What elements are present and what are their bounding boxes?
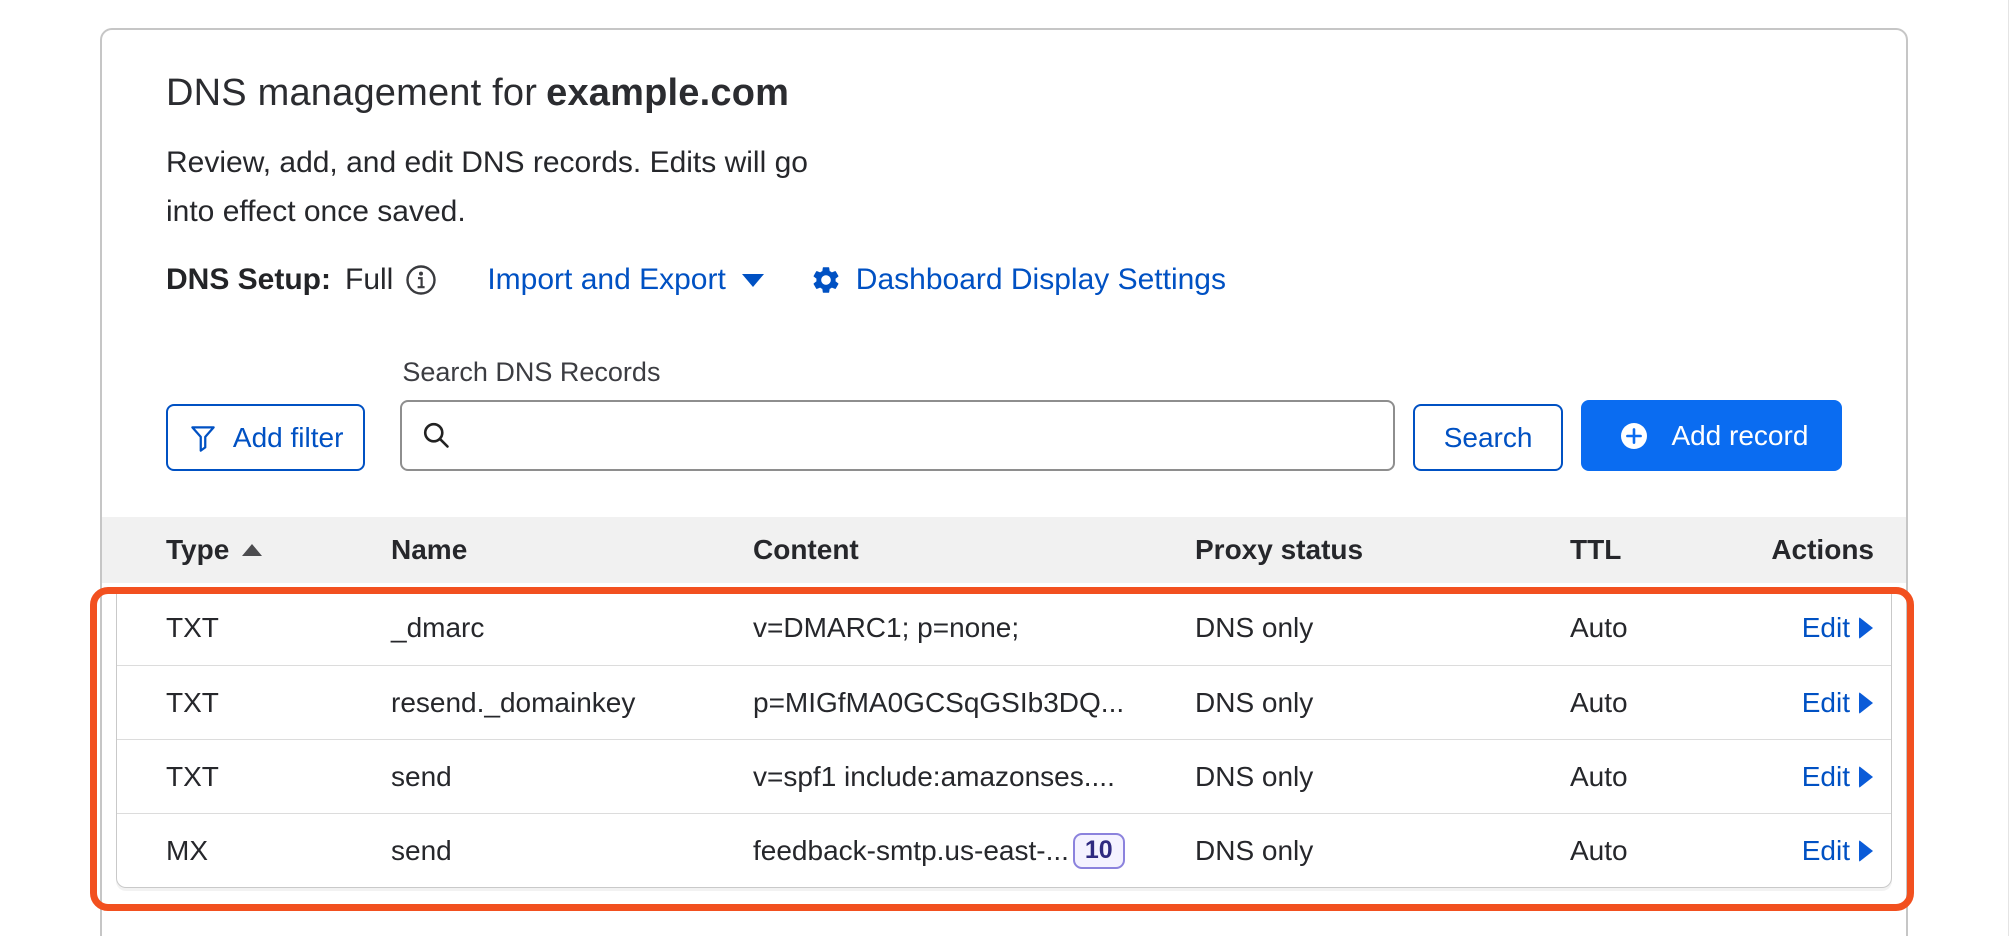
dns-records-table: Type Name Content Proxy status TTL Actio… (102, 517, 1906, 888)
priority-badge: 10 (1073, 833, 1125, 869)
add-filter-label: Add filter (233, 422, 344, 454)
search-label: Search DNS Records (402, 357, 1395, 388)
edit-record-link[interactable]: Edit (1802, 687, 1873, 719)
table-row: TXT _dmarc v=DMARC1; p=none; DNS only Au… (117, 591, 1891, 665)
cell-ttl: Auto (1570, 835, 1762, 867)
dashboard-display-settings-label: Dashboard Display Settings (856, 263, 1226, 297)
cell-name: send (391, 835, 753, 867)
column-header-proxy-status[interactable]: Proxy status (1195, 534, 1570, 566)
edit-record-link[interactable]: Edit (1802, 612, 1873, 644)
cell-ttl: Auto (1570, 687, 1762, 719)
add-record-label: Add record (1671, 420, 1808, 452)
cell-proxy-status: DNS only (1195, 612, 1570, 644)
add-filter-button[interactable]: Add filter (166, 404, 365, 471)
page-title-prefix: DNS management for (166, 72, 537, 114)
cell-proxy-status: DNS only (1195, 687, 1570, 719)
caret-right-icon (1859, 692, 1873, 714)
caret-right-icon (1859, 766, 1873, 788)
column-header-ttl[interactable]: TTL (1570, 534, 1762, 566)
import-export-link[interactable]: Import and Export (487, 263, 763, 297)
cell-name: resend._domainkey (391, 687, 753, 719)
search-input[interactable] (400, 400, 1395, 471)
cell-type: TXT (166, 687, 391, 719)
gear-icon (810, 264, 842, 296)
viewport-right-divider (2008, 0, 2009, 936)
page-subtitle: Review, add, and edit DNS records. Edits… (166, 138, 856, 236)
caret-right-icon (1859, 617, 1873, 639)
dashboard-display-settings-link[interactable]: Dashboard Display Settings (810, 263, 1226, 297)
cell-content: p=MIGfMA0GCSqGSIb3DQ... (753, 687, 1195, 719)
cell-content: v=spf1 include:amazonses.... (753, 761, 1195, 793)
table-row: TXT send v=spf1 include:amazonses.... DN… (117, 739, 1891, 813)
table-row: MX send feedback-smtp.us-east-... 10 DNS… (117, 813, 1891, 887)
column-header-actions: Actions (1762, 534, 1874, 566)
filter-icon (188, 423, 218, 453)
dns-setup-value: Full (345, 263, 393, 297)
cell-name: _dmarc (391, 612, 753, 644)
table-row: TXT resend._domainkey p=MIGfMA0GCSqGSIb3… (117, 665, 1891, 739)
cell-proxy-status: DNS only (1195, 835, 1570, 867)
cell-name: send (391, 761, 753, 793)
cell-type: TXT (166, 612, 391, 644)
caret-down-icon (742, 274, 764, 287)
cell-actions: Edit (1762, 687, 1873, 719)
add-record-button[interactable]: Add record (1581, 400, 1842, 471)
cell-actions: Edit (1762, 612, 1873, 644)
cell-actions: Edit (1762, 761, 1873, 793)
column-header-content[interactable]: Content (753, 534, 1195, 566)
plus-circle-icon (1614, 416, 1654, 456)
sort-ascending-icon (242, 544, 262, 556)
dns-setup-label: DNS Setup: (166, 263, 331, 297)
records-toolbar: Add filter Search DNS Records Search (166, 357, 1842, 471)
edit-record-link[interactable]: Edit (1802, 835, 1873, 867)
caret-right-icon (1859, 840, 1873, 862)
cell-content: v=DMARC1; p=none; (753, 612, 1195, 644)
dns-management-card: DNS management forexample.com Review, ad… (100, 28, 1908, 936)
column-header-name[interactable]: Name (391, 534, 753, 566)
cell-ttl: Auto (1570, 612, 1762, 644)
cell-actions: Edit (1762, 835, 1873, 867)
search-field: Search DNS Records (400, 357, 1395, 471)
cell-ttl: Auto (1570, 761, 1762, 793)
column-header-type[interactable]: Type (166, 534, 391, 566)
cell-type: MX (166, 835, 391, 867)
dns-setup-row: DNS Setup: Full Import and Export (166, 263, 1842, 297)
page-title: DNS management forexample.com (166, 72, 1842, 115)
page-title-domain: example.com (546, 72, 789, 114)
cell-content: feedback-smtp.us-east-... 10 (753, 833, 1195, 869)
edit-record-link[interactable]: Edit (1802, 761, 1873, 793)
table-body: TXT _dmarc v=DMARC1; p=none; DNS only Au… (116, 591, 1892, 888)
search-button[interactable]: Search (1413, 404, 1563, 471)
info-icon[interactable] (405, 264, 437, 296)
cell-type: TXT (166, 761, 391, 793)
import-export-label: Import and Export (487, 263, 725, 297)
search-button-label: Search (1444, 422, 1533, 454)
cell-proxy-status: DNS only (1195, 761, 1570, 793)
search-icon (420, 419, 453, 452)
table-header-row: Type Name Content Proxy status TTL Actio… (102, 517, 1906, 583)
